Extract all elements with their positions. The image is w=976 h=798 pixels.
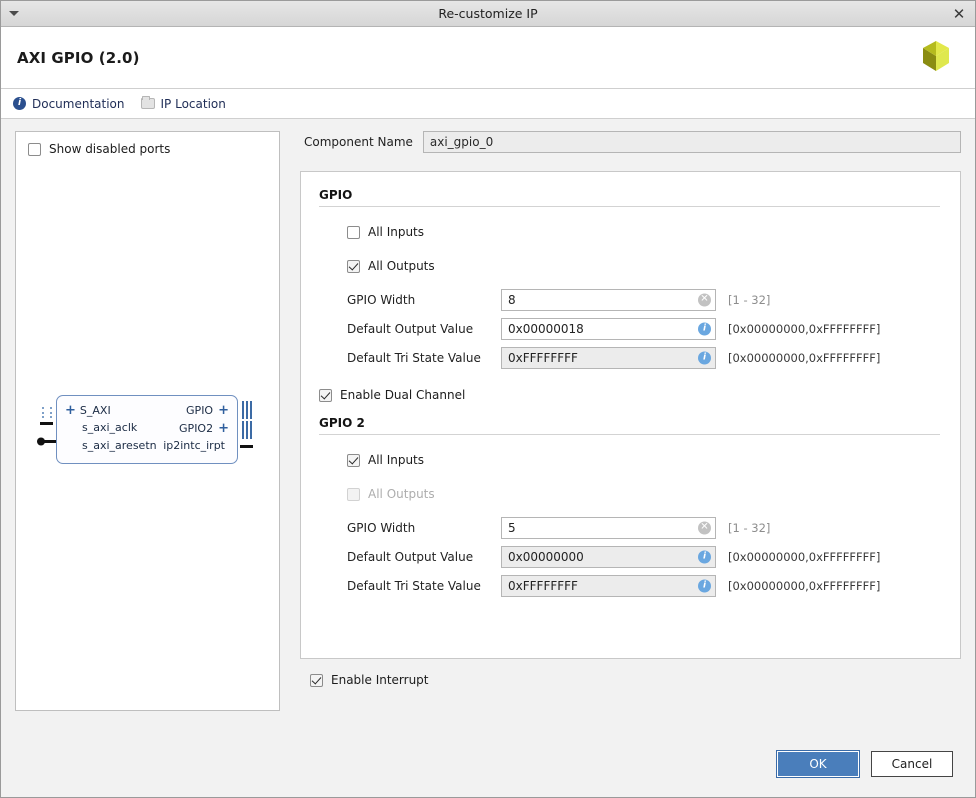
gpio1-tristate-input[interactable] [501,347,716,369]
port-stub-ip2intc-irpt [240,445,253,448]
gpio1-section-title: GPIO [319,188,940,202]
gpio2-tristate-label: Default Tri State Value [347,579,501,593]
recustomize-ip-dialog: Re-customize IP ✕ AXI GPIO (2.0) i Docum… [0,0,976,798]
dialog-footer: OK Cancel [1,739,975,797]
gpio2-output-input[interactable] [501,546,716,568]
gpio1-width-row: GPIO Width ✕ [1 - 32] [347,285,940,314]
title-bar: Re-customize IP ✕ [1,1,975,27]
window-menu-button[interactable] [1,1,27,27]
gpio2-section-title: GPIO 2 [319,416,940,430]
component-name-row: Component Name [300,131,961,153]
gpio2-tristate-row: Default Tri State Value i [0x00000000,0x… [347,571,940,600]
gpio2-width-label: GPIO Width [347,521,501,535]
gpio2-all-inputs-label: All Inputs [368,453,424,467]
port-label-s-axi-aclk: s_axi_aclk [65,421,137,434]
info-icon: i [13,97,26,110]
gpio1-section-rule [319,206,940,207]
enable-interrupt-checkbox[interactable] [310,674,323,687]
gpio1-all-inputs-label: All Inputs [368,225,424,239]
cancel-button[interactable]: Cancel [871,751,953,777]
port-label-ip2intc-irpt: ip2intc_irpt [163,439,229,452]
enable-dual-channel-label: Enable Dual Channel [340,388,465,402]
gpio-options-group: GPIO All Inputs All Outputs GPIO Width [300,171,961,659]
show-disabled-ports-row[interactable]: Show disabled ports [16,132,279,166]
port-stub-s-axi-aclk [40,422,53,425]
clear-icon[interactable]: ✕ [698,521,711,534]
gpio1-all-inputs-row[interactable]: All Inputs [347,219,940,245]
component-name-input[interactable] [423,131,961,153]
gpio2-all-outputs-checkbox [347,488,360,501]
show-disabled-ports-checkbox[interactable] [28,143,41,156]
gpio1-all-outputs-label: All Outputs [368,259,435,273]
expand-plus-icon-gpio2[interactable]: + [218,421,229,436]
info-icon[interactable]: i [698,550,711,563]
gpio2-tristate-input[interactable] [501,575,716,597]
xilinx-logo [915,39,957,82]
link-bar: i Documentation IP Location [1,89,975,119]
dialog-body: Show disabled ports +S_ [1,119,975,739]
expand-plus-icon[interactable]: + [65,403,76,418]
clear-icon[interactable]: ✕ [698,293,711,306]
component-name-label: Component Name [304,135,413,149]
gpio2-all-outputs-label: All Outputs [368,487,435,501]
gpio2-width-input[interactable] [501,517,716,539]
info-icon[interactable]: i [698,579,711,592]
enable-dual-channel-row[interactable]: Enable Dual Channel [319,382,940,408]
port-label-s-axi-aresetn: s_axi_aresetn [65,439,157,452]
gpio2-all-inputs-checkbox[interactable] [347,454,360,467]
gpio1-tristate-range: [0x00000000,0xFFFFFFFF] [728,351,880,365]
window-title: Re-customize IP [1,6,975,21]
gpio2-width-range: [1 - 32] [728,521,770,535]
port-stub-s-axi-aresetn [36,435,56,444]
enable-dual-channel-checkbox[interactable] [319,389,332,402]
gpio2-width-row: GPIO Width ✕ [1 - 32] [347,513,940,542]
ip-location-link-label: IP Location [161,97,226,111]
enable-interrupt-row[interactable]: Enable Interrupt [300,659,961,687]
port-label-s-axi: +S_AXI [65,403,111,418]
expand-plus-icon-gpio[interactable]: + [218,403,229,418]
gpio1-tristate-row: Default Tri State Value i [0x00000000,0x… [347,343,940,372]
ip-symbol-block: +S_AXI s_axi_aclk s_axi_aresetn GPIO+ GP… [56,395,238,464]
port-stub-gpio [242,401,253,419]
info-icon[interactable]: i [698,322,711,335]
show-disabled-ports-label: Show disabled ports [49,142,170,156]
port-label-gpio2: GPIO2+ [179,421,229,436]
gpio2-output-range: [0x00000000,0xFFFFFFFF] [728,550,880,564]
ip-location-link[interactable]: IP Location [141,97,226,111]
gpio1-width-input[interactable] [501,289,716,311]
port-stub-gpio2 [242,421,253,439]
gpio1-all-inputs-checkbox[interactable] [347,226,360,239]
gpio1-output-label: Default Output Value [347,322,501,336]
gpio1-all-outputs-checkbox[interactable] [347,260,360,273]
gpio1-width-label: GPIO Width [347,293,501,307]
gpio1-all-outputs-row[interactable]: All Outputs [347,253,940,279]
info-icon[interactable]: i [698,351,711,364]
documentation-link-label: Documentation [32,97,125,111]
gpio1-width-range: [1 - 32] [728,293,770,307]
gpio2-section-rule [319,434,940,435]
gpio1-output-row: Default Output Value i [0x00000000,0xFFF… [347,314,940,343]
folder-icon [141,98,155,109]
chevron-down-icon [9,11,19,16]
port-label-gpio: GPIO+ [186,403,229,418]
ip-symbol-panel: Show disabled ports +S_ [15,131,280,711]
ok-button[interactable]: OK [777,751,859,777]
ip-block-diagram: +S_AXI s_axi_aclk s_axi_aresetn GPIO+ GP… [56,395,238,464]
gpio1-output-input[interactable] [501,318,716,340]
gpio2-all-inputs-row[interactable]: All Inputs [347,447,940,473]
close-icon[interactable]: ✕ [949,4,969,24]
settings-panel: Component Name GPIO All Inputs All Outpu… [300,131,961,739]
page-title: AXI GPIO (2.0) [17,49,140,67]
documentation-link[interactable]: i Documentation [13,97,125,111]
port-stub-s-axi [42,407,52,418]
ip-header: AXI GPIO (2.0) [1,27,975,89]
gpio2-output-row: Default Output Value i [0x00000000,0xFFF… [347,542,940,571]
gpio2-all-outputs-row: All Outputs [347,481,940,507]
gpio2-tristate-range: [0x00000000,0xFFFFFFFF] [728,579,880,593]
enable-interrupt-label: Enable Interrupt [331,673,429,687]
gpio2-output-label: Default Output Value [347,550,501,564]
gpio1-tristate-label: Default Tri State Value [347,351,501,365]
gpio1-output-range: [0x00000000,0xFFFFFFFF] [728,322,880,336]
